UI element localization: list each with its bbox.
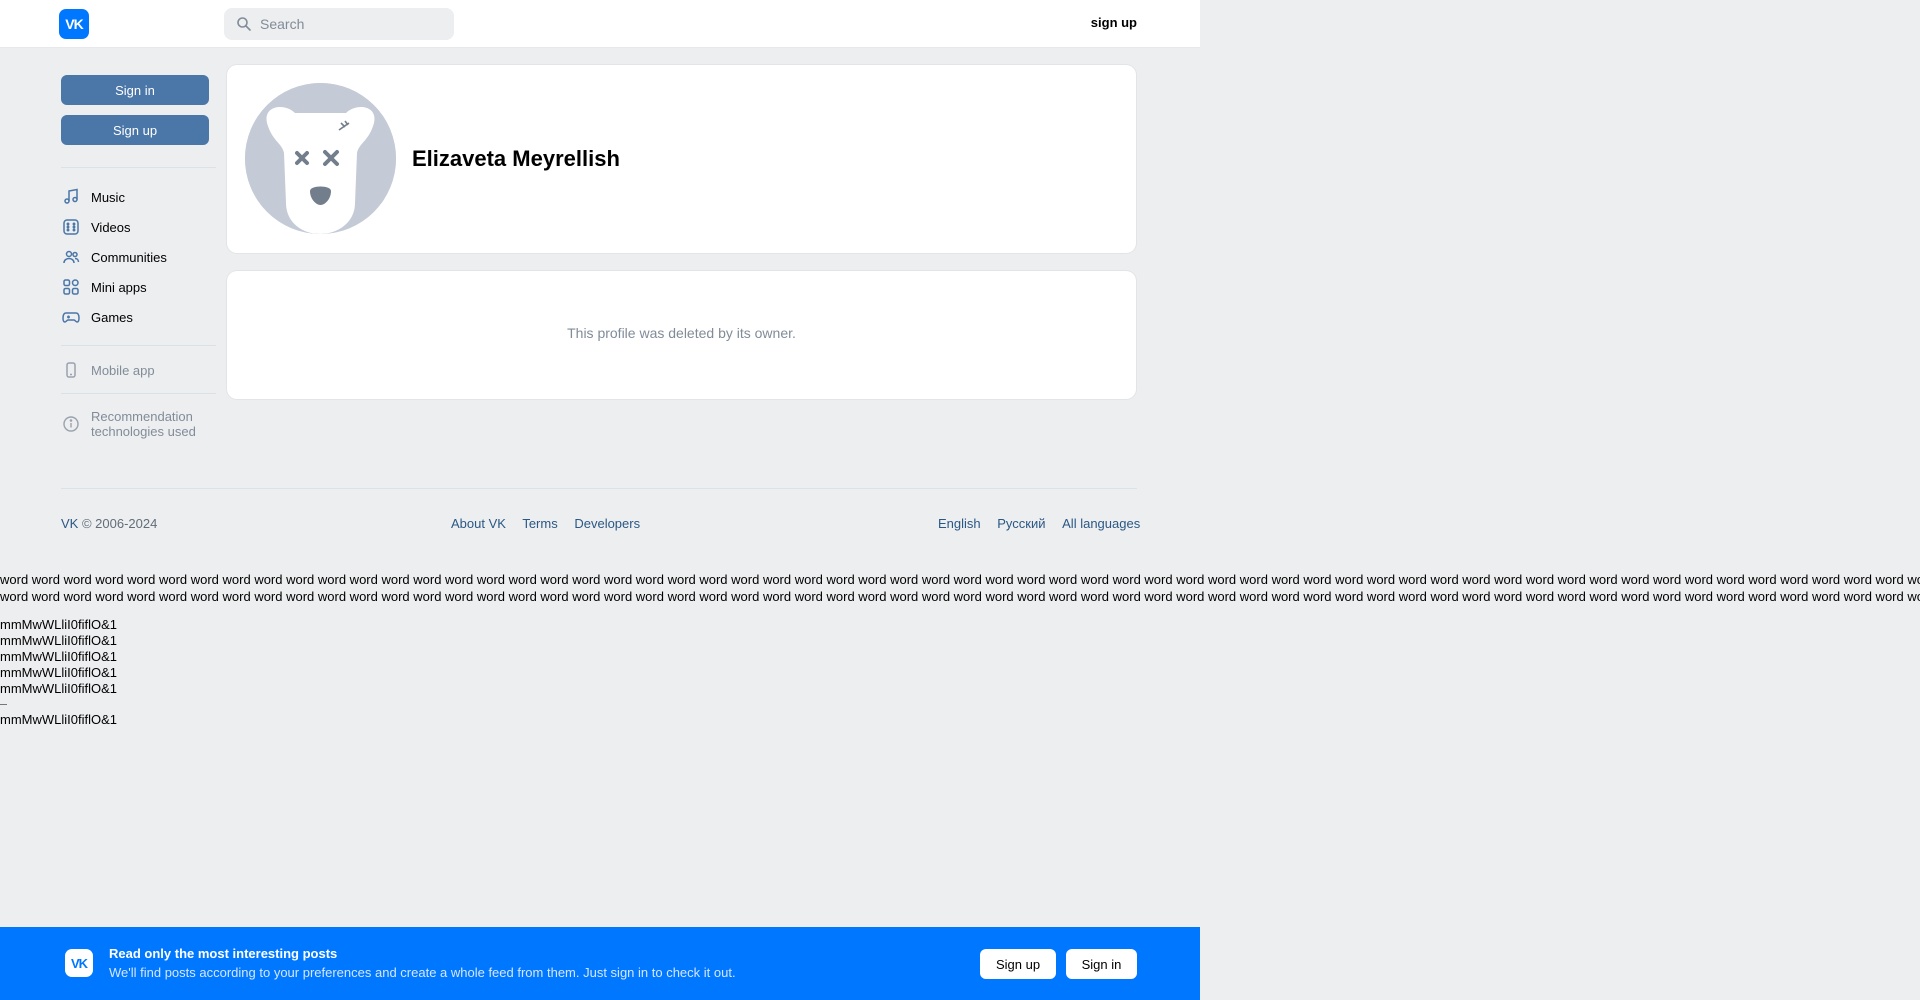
language-russian[interactable]: Русский [997,516,1045,531]
sidebar-item-label: Mobile app [91,362,155,378]
video-icon [61,217,81,237]
footer-vk-link[interactable]: VK [61,516,78,531]
word-line: word word word word word word word word … [0,572,1920,587]
glyph-line: mmMwWLliI0fiflO&1 [0,649,118,664]
sidebar-divider [61,345,216,346]
word-test-text: word word word word word word word word … [0,571,1920,605]
footer-link-about[interactable]: About VK [451,516,506,531]
glyph-line: mmMwWLliI0fiflO&1 [0,665,118,680]
footer-links: About VK Terms Developers [451,516,653,531]
footer-divider [61,488,1137,489]
banner-subtitle: We'll find posts according to your prefe… [109,965,736,980]
sidebar-item-mini-apps[interactable]: Mini apps [61,275,147,299]
sidebar-item-videos[interactable]: Videos [61,215,131,239]
header-signup-link[interactable]: sign up [1080,15,1137,30]
footer-copyright: VK © 2006-2024 [61,516,157,531]
sidebar-divider [61,393,216,394]
sidebar-item-communities[interactable]: Communities [61,245,167,269]
sidebar-item-recommendations[interactable]: Recommendation technologies used [61,409,211,443]
language-all[interactable]: All languages [1062,516,1140,531]
glyph-line: mmMwWLliI0fiflO&1 [0,617,118,632]
sidebar-item-games[interactable]: Games [61,305,133,329]
sidebar-item-label: Videos [91,219,131,235]
copyright-text: © 2006-2024 [81,516,158,531]
deleted-dog-icon [245,83,396,234]
glyph-line: mmMwWLliI0fiflO&1 [0,681,118,696]
signup-banner: VK Read only the most interesting posts … [0,927,1200,1000]
banner-vk-logo: VK [65,949,93,977]
glyph-line: mmMwWLliI0fiflO&1 [0,633,118,648]
sidebar-divider [61,167,216,168]
word-line: word word word word word word word word … [0,589,1920,604]
communities-icon [61,247,81,267]
sidebar-item-label: Music [91,189,125,205]
gamepad-icon [61,307,81,327]
banner-title: Read only the most interesting posts [109,946,338,961]
search-input[interactable] [260,16,440,32]
footer-link-terms[interactable]: Terms [522,516,557,531]
deleted-message: This profile was deleted by its owner. [567,325,796,341]
search-box[interactable] [224,8,454,40]
sign-up-button[interactable]: Sign up [61,115,209,145]
music-icon [61,187,81,207]
sidebar-item-label: Communities [91,249,167,265]
footer-link-developers[interactable]: Developers [574,516,640,531]
banner-sign-up-button[interactable]: Sign up [980,949,1056,979]
mini-apps-icon [61,277,81,297]
profile-name: Elizaveta Meyrellish [412,146,620,171]
banner-sign-in-button[interactable]: Sign in [1066,949,1137,979]
sidebar-item-label: Mini apps [91,279,147,295]
sign-in-button[interactable]: Sign in [61,75,209,105]
glyph-line: mmMwWLliI0fiflO&1 [0,712,118,727]
glyph-test-text: mmMwWLliI0fiflO&1 mmMwWLliI0fiflO&1 mmMw… [0,617,117,728]
top-header: VK sign up [0,0,1200,48]
sidebar-item-label: Games [91,309,133,325]
search-icon [228,8,260,40]
sidebar-item-mobile-app[interactable]: Mobile app [61,358,155,382]
sidebar-item-music[interactable]: Music [61,185,125,209]
footer-languages: English Русский All languages [938,516,1140,531]
vk-logo[interactable]: VK [59,9,89,39]
language-english[interactable]: English [938,516,981,531]
info-icon [61,414,81,434]
phone-icon [61,360,81,380]
deleted-avatar [245,83,396,234]
glyph-dash: — [0,701,7,708]
sidebar-item-label: Recommendation technologies used [91,409,196,439]
